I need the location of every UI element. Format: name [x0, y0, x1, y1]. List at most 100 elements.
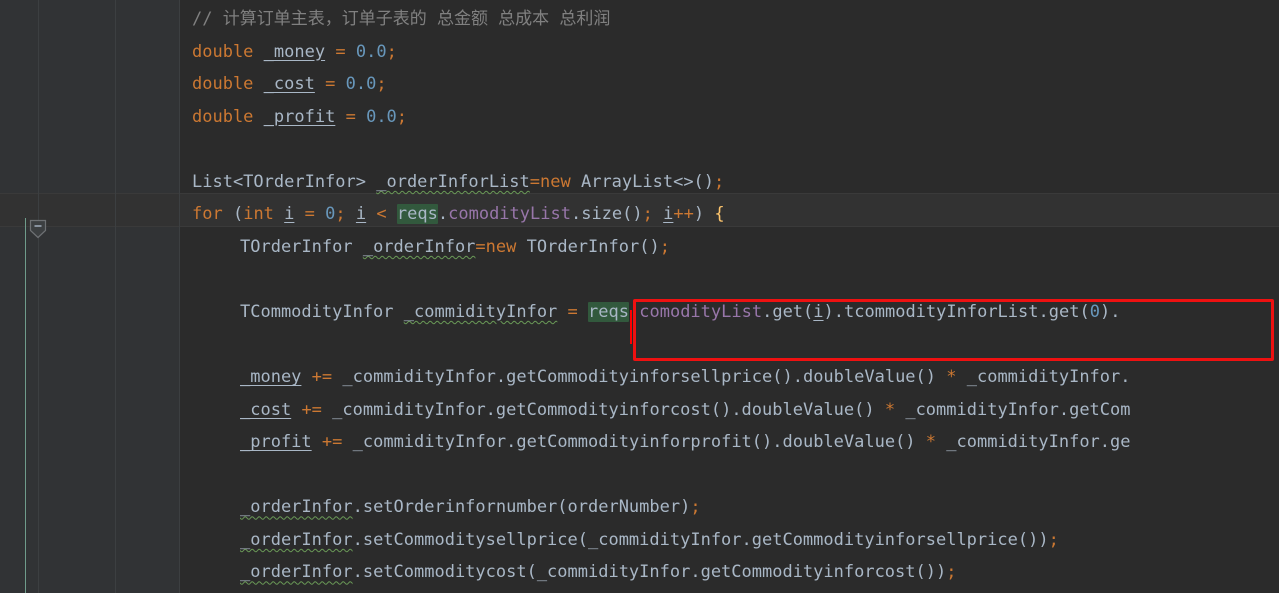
code-line[interactable]: _profit += _commidityInfor.getCommodityi… — [228, 426, 1131, 459]
code-token: ; — [335, 204, 346, 225]
code-line[interactable]: _cost += _commidityInfor.getCommodityinf… — [228, 394, 1131, 427]
code-line[interactable] — [228, 459, 240, 492]
code-token: . — [437, 204, 449, 225]
code-token: ; — [386, 41, 397, 62]
code-token: .setCommoditysellprice(_commidityInfor.g… — [352, 529, 1049, 550]
code-token: _orderInfor — [240, 497, 353, 518]
gutter-divider-1 — [38, 0, 39, 593]
code-token: i — [284, 204, 295, 225]
code-token: . — [1038, 301, 1049, 322]
code-token: double — [192, 41, 254, 62]
code-token: _commidityInfor. — [956, 367, 1131, 388]
code-token: TCommodityInfor — [240, 301, 404, 322]
code-token: reqs — [396, 204, 438, 225]
code-token: = — [335, 41, 346, 62]
code-line[interactable]: // 计算订单主表，订单子表的 总金额 总成本 总利润 — [180, 3, 610, 36]
code-token: ). — [1099, 301, 1121, 322]
code-token: _commidityInfor — [403, 301, 558, 322]
code-token: double — [192, 74, 254, 95]
code-token: i — [813, 301, 824, 322]
code-token: _money — [263, 41, 326, 62]
code-token: comodityList — [639, 301, 763, 322]
code-token: () — [622, 204, 643, 225]
vcs-change-marker[interactable] — [25, 218, 26, 593]
code-line[interactable]: TCommodityInfor _commidityInfor = reqs.c… — [228, 296, 1120, 329]
code-token: get — [772, 301, 804, 322]
code-token: _commidityInfor.ge — [936, 432, 1131, 453]
code-line[interactable]: _orderInfor.setCommoditysellprice(_commi… — [228, 524, 1059, 557]
code-line[interactable] — [228, 263, 240, 296]
editor-gutter[interactable] — [23, 0, 180, 593]
code-token: i — [355, 204, 367, 225]
code-token: ; — [714, 171, 725, 192]
code-line[interactable] — [228, 329, 240, 362]
code-token: _money — [240, 367, 302, 388]
code-token: reqs — [588, 301, 629, 322]
code-token: _orderInfor — [240, 562, 353, 583]
code-token: i — [663, 204, 674, 225]
code-token: = — [304, 204, 315, 225]
code-token: ++ — [673, 204, 694, 225]
code-token: ; — [690, 497, 701, 518]
code-token: * — [925, 432, 937, 453]
code-token: ; — [376, 74, 387, 95]
code-text-area[interactable]: // 计算订单主表，订单子表的 总金额 总成本 总利润 double _money… — [180, 0, 1279, 593]
code-token: ( — [1079, 301, 1090, 322]
code-token: _profit — [263, 106, 336, 127]
code-token: _commidityInfor.getCommodityinforprofit(… — [342, 432, 926, 453]
code-token: = — [529, 171, 541, 192]
code-token: = — [325, 74, 336, 95]
code-token: . — [762, 301, 773, 322]
gutter-far-left-strip — [0, 0, 23, 593]
code-token: .setOrderinfornumber(orderNumber) — [352, 497, 691, 518]
code-line[interactable]: double _cost = 0.0; — [180, 68, 387, 101]
code-token: size — [581, 204, 623, 225]
code-token: += — [321, 432, 343, 453]
code-token: . — [570, 204, 582, 225]
code-line[interactable]: TOrderInfor _orderInfor=new TOrderInfor(… — [228, 231, 670, 264]
code-token: new — [485, 236, 517, 257]
code-token: _orderInfor — [240, 529, 353, 550]
code-token: * — [946, 367, 957, 388]
code-token: 0.0 — [345, 74, 377, 95]
code-token: TOrderInfor — [240, 236, 363, 257]
code-token: ArrayList<>() — [570, 171, 715, 192]
code-editor[interactable]: // 计算订单主表，订单子表的 总金额 总成本 总利润 double _money… — [0, 0, 1279, 593]
code-token: new — [540, 171, 571, 192]
code-line[interactable]: _orderInfor.setCommoditycost(_commidityI… — [228, 556, 956, 589]
code-token: = — [475, 236, 486, 257]
code-token: _profit — [240, 432, 312, 453]
text-caret — [630, 310, 632, 344]
code-line[interactable]: _money += _commidityInfor.getCommodityin… — [228, 361, 1131, 394]
code-line[interactable]: _orderInfor.setOrderinfornumber(orderNum… — [228, 491, 701, 524]
code-line[interactable] — [180, 133, 192, 166]
code-line[interactable]: double _money = 0.0; — [180, 36, 397, 69]
code-token: ( — [803, 301, 814, 322]
code-line[interactable]: double _profit = 0.0; — [180, 101, 407, 134]
code-line[interactable]: List<TOrderInfor> _orderInforList=new Ar… — [180, 166, 724, 199]
code-token: .setCommoditycost(_commidityInfor.getCom… — [352, 562, 947, 583]
code-token: _commidityInfor.getCom — [895, 399, 1131, 420]
gutter-divider-2 — [115, 0, 116, 593]
code-line[interactable]: for (int i = 0; i < reqs.comodityList.si… — [180, 198, 725, 231]
code-token: ) — [693, 204, 715, 225]
code-token: _cost — [263, 74, 315, 95]
code-token: 0.0 — [366, 106, 397, 127]
code-token: = — [345, 106, 356, 127]
code-token: tcommodityInforList — [844, 301, 1039, 322]
fold-collapse-icon[interactable] — [29, 219, 47, 239]
